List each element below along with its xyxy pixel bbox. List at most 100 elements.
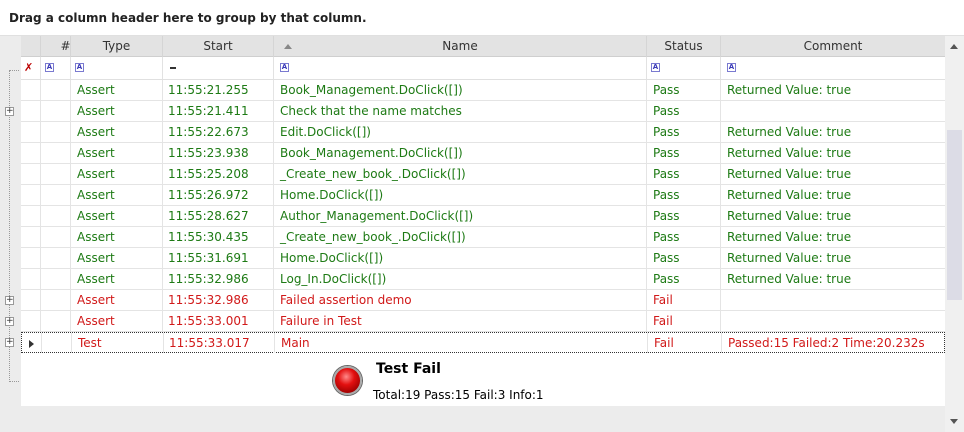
cell-type: Assert bbox=[70, 101, 162, 121]
summary-title: Test Fail bbox=[376, 361, 441, 377]
tree-connector-bottom bbox=[9, 381, 19, 382]
filter-num[interactable]: A bbox=[40, 57, 70, 79]
expand-row-icon[interactable]: + bbox=[5, 107, 14, 116]
header-comment[interactable]: Comment bbox=[720, 36, 945, 57]
pin-icon[interactable]: ✗ bbox=[24, 61, 33, 74]
cell-name: _Create_new_book_.DoClick([]) bbox=[273, 227, 646, 247]
cell-indicator bbox=[21, 290, 40, 310]
cell-num bbox=[40, 101, 70, 121]
header-start[interactable]: Start bbox=[162, 36, 273, 57]
table-row[interactable]: Assert 11:55:21.255 Book_Management.DoClic… bbox=[21, 80, 945, 101]
cell-type: Assert bbox=[70, 185, 162, 205]
cell-type: Assert bbox=[70, 227, 162, 247]
cell-indicator bbox=[21, 206, 40, 226]
cell-start: 11:55:21.255 bbox=[162, 80, 273, 100]
table-row[interactable]: Assert 11:55:28.627 Author_Management.DoCl… bbox=[21, 206, 945, 227]
cell-type: Assert bbox=[70, 164, 162, 184]
group-by-panel[interactable]: Drag a column header here to group by th… bbox=[0, 0, 964, 36]
cell-status: Fail bbox=[646, 311, 720, 331]
text-filter-icon[interactable]: A bbox=[651, 63, 660, 72]
scroll-up-icon[interactable] bbox=[950, 44, 958, 49]
cell-indicator bbox=[21, 143, 40, 163]
cell-name: Book_Management.DoClick([]) bbox=[273, 80, 646, 100]
table-row[interactable]: Assert 11:55:26.972 Home.DoClick([]) Pass Re… bbox=[21, 185, 945, 206]
filter-type[interactable]: A bbox=[70, 57, 162, 79]
cell-type: Assert bbox=[70, 80, 162, 100]
cell-type: Test bbox=[71, 333, 163, 353]
filter-comment[interactable]: A bbox=[720, 57, 945, 79]
cell-type: Assert bbox=[70, 122, 162, 142]
cell-indicator bbox=[21, 164, 40, 184]
expand-row-icon[interactable]: + bbox=[5, 296, 14, 305]
cell-comment: Returned Value: true bbox=[720, 185, 945, 205]
cell-num bbox=[41, 333, 71, 353]
cell-name: Author_Management.DoClick([]) bbox=[273, 206, 646, 226]
cell-comment bbox=[720, 290, 945, 310]
table-row[interactable]: Assert 11:55:30.435 _Create_new_book_.DoCl… bbox=[21, 227, 945, 248]
cell-type: Assert bbox=[70, 269, 162, 289]
header-status[interactable]: Status bbox=[646, 36, 720, 57]
expand-row-icon[interactable]: + bbox=[5, 317, 14, 326]
cell-name: Edit.DoClick([]) bbox=[273, 122, 646, 142]
summary-stats: Total:19 Pass:15 Fail:3 Info:1 bbox=[373, 388, 544, 402]
cell-start: 11:55:26.972 bbox=[162, 185, 273, 205]
vertical-scrollbar[interactable] bbox=[945, 36, 964, 432]
cell-start: 11:55:30.435 bbox=[162, 227, 273, 247]
cell-start: 11:55:28.627 bbox=[162, 206, 273, 226]
header-name[interactable]: Name bbox=[273, 36, 646, 57]
cell-start: 11:55:33.017 bbox=[163, 333, 274, 353]
table-row[interactable]: Test 11:55:33.017 Main Fail Passed:15 Failed… bbox=[21, 332, 945, 353]
cell-status: Pass bbox=[646, 206, 720, 226]
table-row[interactable]: Assert 11:55:32.986 Log_In.DoClick([]) Pass… bbox=[21, 269, 945, 290]
cell-num bbox=[40, 311, 70, 331]
group-by-hint: Drag a column header here to group by th… bbox=[9, 11, 367, 25]
cell-name: Main bbox=[274, 333, 647, 353]
table-row[interactable]: Assert 11:55:25.208 _Create_new_book_.DoCl… bbox=[21, 164, 945, 185]
text-filter-icon[interactable]: A bbox=[75, 63, 84, 72]
filter-start[interactable] bbox=[162, 57, 273, 79]
cell-comment bbox=[720, 101, 945, 121]
cell-status: Fail bbox=[646, 290, 720, 310]
cell-comment: Returned Value: true bbox=[720, 122, 945, 142]
text-filter-icon[interactable]: A bbox=[45, 63, 54, 72]
cell-num bbox=[40, 143, 70, 163]
cell-num bbox=[40, 164, 70, 184]
table-row[interactable]: Assert 11:55:32.986 Failed assertion demo F… bbox=[21, 290, 945, 311]
text-filter-icon[interactable]: A bbox=[727, 63, 736, 72]
cell-start: 11:55:31.691 bbox=[162, 248, 273, 268]
filter-status[interactable]: A bbox=[646, 57, 720, 79]
header-type[interactable]: Type bbox=[70, 36, 162, 57]
tree-connector bbox=[9, 70, 10, 382]
cell-status: Pass bbox=[646, 164, 720, 184]
table-row[interactable]: Assert 11:55:23.938 Book_Management.DoClic… bbox=[21, 143, 945, 164]
table-row[interactable]: Assert 11:55:22.673 Edit.DoClick([]) Pass Re… bbox=[21, 122, 945, 143]
cell-name: Log_In.DoClick([]) bbox=[273, 269, 646, 289]
table-row[interactable]: Assert 11:55:33.001 Failure in Test Fail bbox=[21, 311, 945, 332]
scrollbar-thumb[interactable] bbox=[947, 130, 962, 300]
cell-indicator bbox=[21, 185, 40, 205]
cell-status: Pass bbox=[646, 122, 720, 142]
cell-type: Assert bbox=[70, 290, 162, 310]
cell-num bbox=[40, 248, 70, 268]
cell-status: Pass bbox=[646, 101, 720, 121]
cell-type: Assert bbox=[70, 206, 162, 226]
cell-name: _Create_new_book_.DoClick([]) bbox=[273, 164, 646, 184]
table-row[interactable]: Assert 11:55:31.691 Home.DoClick([]) Pass Re… bbox=[21, 248, 945, 269]
filter-row: ✗ A A A A A bbox=[21, 57, 945, 80]
cell-num bbox=[40, 80, 70, 100]
scroll-down-icon[interactable] bbox=[950, 419, 958, 424]
cell-start: 11:55:33.001 bbox=[162, 311, 273, 331]
cell-comment: Returned Value: true bbox=[720, 248, 945, 268]
cell-comment: Returned Value: true bbox=[720, 269, 945, 289]
filter-name[interactable]: A bbox=[273, 57, 646, 79]
cell-comment: Passed:15 Failed:2 Time:20.232s bbox=[721, 333, 946, 353]
expand-row-icon[interactable]: + bbox=[5, 338, 14, 347]
cell-start: 11:55:23.938 bbox=[162, 143, 273, 163]
filter-clear[interactable]: ✗ bbox=[21, 57, 40, 79]
cell-status: Pass bbox=[646, 185, 720, 205]
date-filter-icon[interactable] bbox=[170, 67, 176, 69]
tree-connector-top bbox=[9, 70, 19, 71]
text-filter-icon[interactable]: A bbox=[280, 63, 289, 72]
table-row[interactable]: Assert 11:55:21.411 Check that the name ma… bbox=[21, 101, 945, 122]
cell-comment: Returned Value: true bbox=[720, 80, 945, 100]
